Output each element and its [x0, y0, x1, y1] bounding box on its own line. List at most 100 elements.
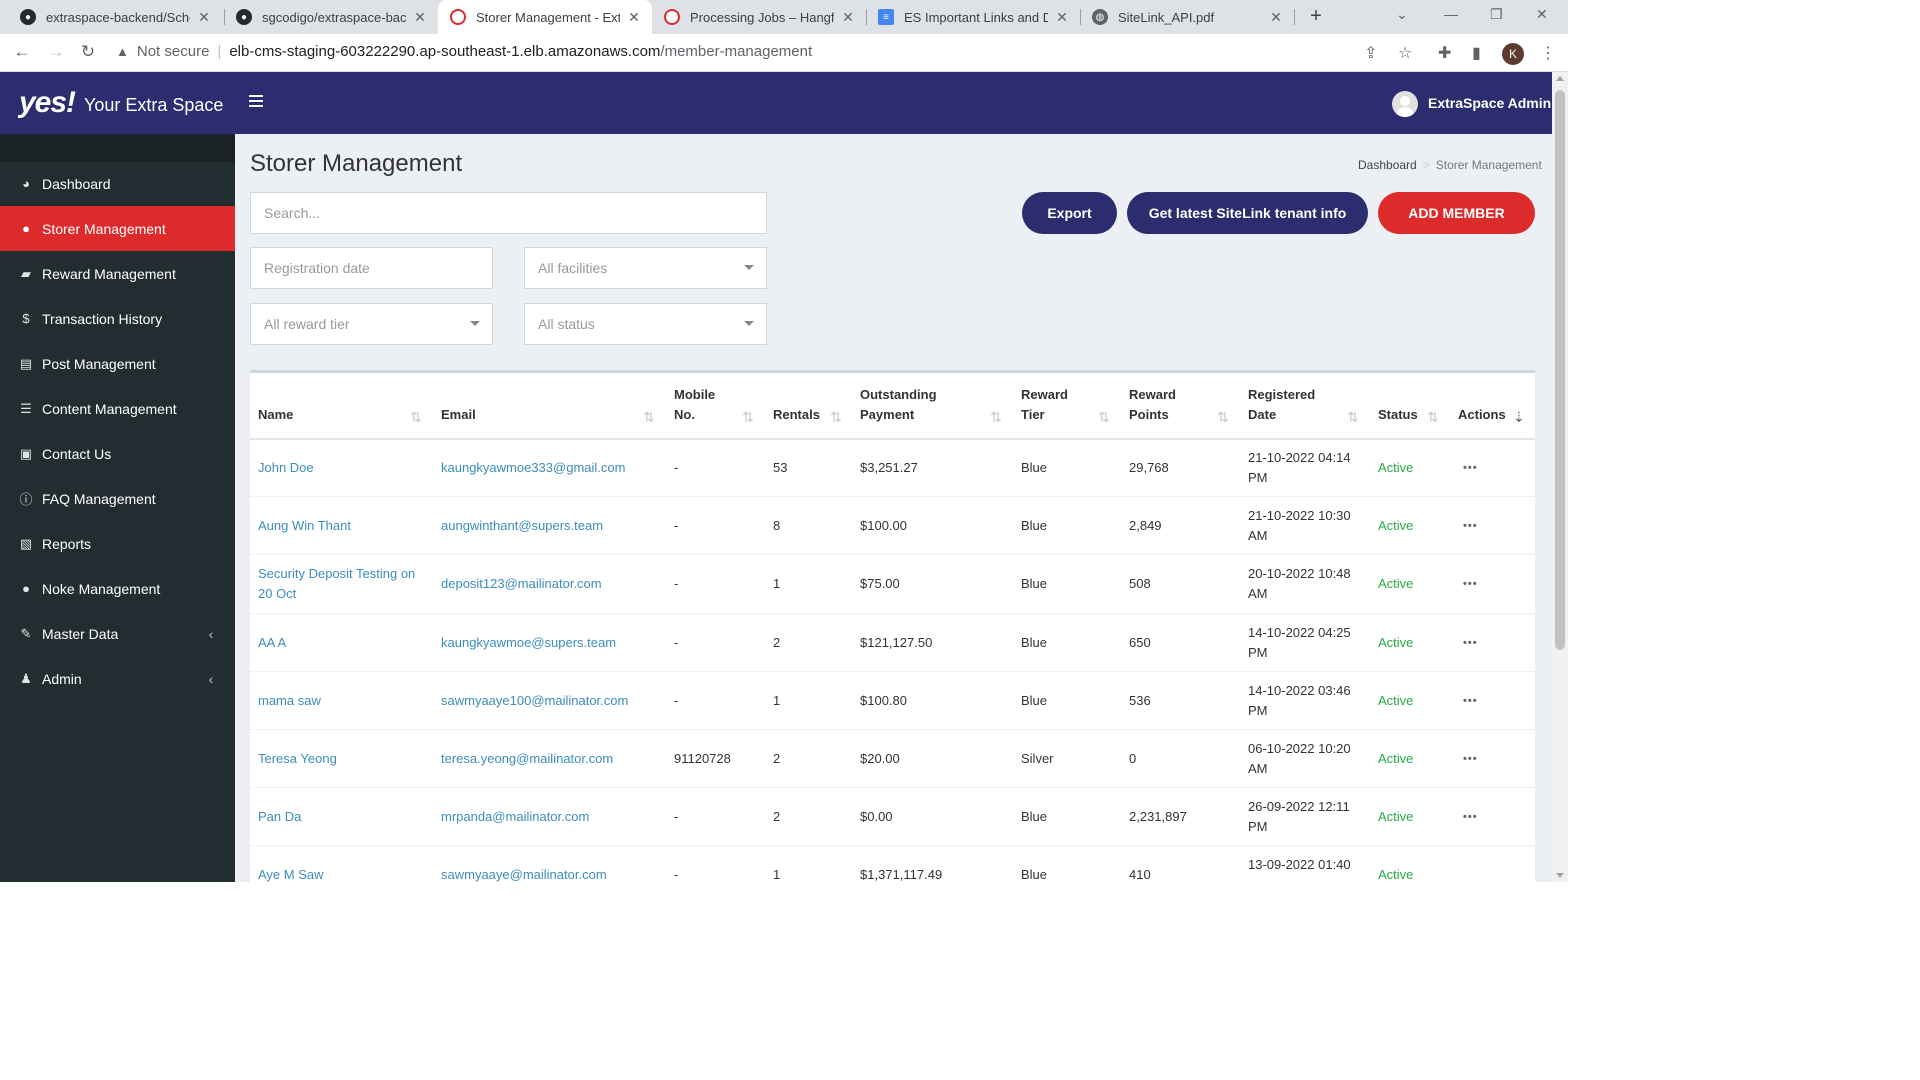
close-tab-icon[interactable]: ✕	[196, 9, 212, 26]
member-name-link[interactable]: John Doe	[258, 458, 314, 478]
facility-select[interactable]: All facilities	[524, 247, 767, 289]
search-input[interactable]: Search...	[250, 192, 767, 234]
sidebar-item-post-management[interactable]: ▤ Post Management	[0, 341, 235, 386]
close-tab-icon[interactable]: ✕	[840, 9, 856, 26]
profile-avatar[interactable]: K	[1502, 43, 1524, 65]
member-email-link[interactable]: kaungkyawmoe@supers.team	[441, 633, 616, 653]
member-name-link[interactable]: mama saw	[258, 691, 321, 711]
member-name-link[interactable]: Pan Da	[258, 807, 301, 827]
column-header-mobile[interactable]: Mobile No.	[674, 385, 715, 425]
restore-icon[interactable]: ❐	[1490, 6, 1503, 23]
browser-tab[interactable]: ● sgcodigo/extraspace-backe ✕	[224, 0, 438, 34]
user-name[interactable]: ExtraSpace Admin	[1428, 95, 1551, 111]
breadcrumb-link-dashboard[interactable]: Dashboard	[1358, 158, 1417, 172]
status-select[interactable]: All status	[524, 303, 767, 345]
reward-tier-select[interactable]: All reward tier	[250, 303, 493, 345]
member-email-link[interactable]: teresa.yeong@mailinator.com	[441, 749, 613, 769]
member-email-link[interactable]: sawmyaaye@mailinator.com	[441, 865, 607, 885]
sort-icon[interactable]: ⇅	[742, 409, 754, 426]
member-name-link[interactable]: AA A	[258, 633, 286, 653]
close-tab-icon[interactable]: ✕	[1268, 9, 1284, 26]
column-header-actions[interactable]: Actions	[1458, 385, 1506, 425]
minimize-icon[interactable]: —	[1444, 6, 1458, 22]
member-email-link[interactable]: aungwinthant@supers.team	[441, 516, 603, 536]
column-header-outstanding-payment[interactable]: Outstanding Payment	[860, 385, 937, 425]
back-icon[interactable]: ←	[12, 42, 32, 62]
more-actions-icon[interactable]: •••	[1463, 633, 1478, 653]
bookmark-star-icon[interactable]: ☆	[1398, 43, 1412, 63]
more-actions-icon[interactable]: •••	[1463, 749, 1478, 769]
sort-icon[interactable]: ⇅	[830, 409, 842, 426]
sidebar-item-admin[interactable]: ♟ Admin ‹	[0, 656, 235, 701]
more-actions-icon[interactable]: •••	[1463, 458, 1478, 478]
column-header-reward-points[interactable]: Reward Points	[1129, 385, 1176, 425]
member-name-link[interactable]: Security Deposit Testing on 20 Oct	[258, 564, 415, 604]
new-tab-button[interactable]: +	[1306, 5, 1326, 28]
sidebar-item-noke-management[interactable]: ● Noke Management	[0, 566, 235, 611]
browser-tab-active[interactable]: Storer Management - Extra ✕	[438, 0, 652, 34]
extensions-icon[interactable]: ✚	[1438, 43, 1451, 63]
more-actions-icon[interactable]: •••	[1463, 516, 1478, 536]
scroll-up-icon[interactable]	[1556, 76, 1564, 81]
column-header-reward-tier[interactable]: Reward Tier	[1021, 385, 1068, 425]
browser-tab[interactable]: ● extraspace-backend/Schedul ✕	[8, 0, 222, 34]
scrollbar-thumb[interactable]	[1555, 90, 1565, 650]
member-email-link[interactable]: sawmyaaye100@mailinator.com	[441, 691, 628, 711]
sort-icon[interactable]: ⇅	[1098, 409, 1110, 426]
export-button[interactable]: Export	[1022, 192, 1117, 234]
column-header-status[interactable]: Status	[1378, 385, 1418, 425]
logo-mark[interactable]: yes!	[19, 86, 76, 120]
sidebar-item-faq-management[interactable]: ⓘ FAQ Management	[0, 476, 235, 521]
add-member-button[interactable]: ADD MEMBER	[1378, 192, 1535, 234]
member-name-link[interactable]: Aye M Saw	[258, 865, 324, 885]
user-avatar[interactable]	[1392, 91, 1418, 117]
column-header-email[interactable]: Email	[441, 385, 476, 425]
browser-tab[interactable]: Processing Jobs – Hangfire ✕	[652, 0, 866, 34]
close-tab-icon[interactable]: ✕	[412, 9, 428, 26]
sidebar-item-transaction-history[interactable]: $ Transaction History	[0, 296, 235, 341]
sort-icon[interactable]: ⇅	[1427, 409, 1439, 426]
browser-tab[interactable]: ≡ ES Important Links and Doc ✕	[866, 0, 1080, 34]
member-name-link[interactable]: Teresa Yeong	[258, 749, 337, 769]
scroll-down-icon[interactable]	[1556, 873, 1564, 878]
page-scrollbar[interactable]	[1552, 72, 1568, 882]
browser-tab[interactable]: ◍ SiteLink_API.pdf ✕	[1080, 0, 1294, 34]
sidebar-item-reward-management[interactable]: ▰ Reward Management	[0, 251, 235, 296]
reload-icon[interactable]: ↻	[78, 42, 98, 62]
sidebar-item-reports[interactable]: ▧ Reports	[0, 521, 235, 566]
column-header-rentals[interactable]: Rentals	[773, 385, 820, 425]
hamburger-menu-icon[interactable]	[249, 95, 263, 110]
share-icon[interactable]: ⇪	[1364, 43, 1377, 63]
side-panel-icon[interactable]: ▮	[1472, 43, 1481, 63]
sort-icon[interactable]: ⇅	[1217, 409, 1229, 426]
registration-date-field[interactable]: Registration date	[250, 247, 493, 289]
column-header-name[interactable]: Name	[258, 385, 293, 425]
member-email-link[interactable]: mrpanda@mailinator.com	[441, 807, 589, 827]
sort-desc-icon[interactable]: ⇣	[1513, 409, 1525, 426]
forward-icon[interactable]: →	[46, 42, 66, 62]
more-actions-icon[interactable]: •••	[1463, 691, 1478, 711]
user-icon: ●	[22, 581, 30, 596]
close-tab-icon[interactable]: ✕	[626, 9, 642, 26]
more-actions-icon[interactable]: •••	[1463, 574, 1478, 594]
member-email-link[interactable]: deposit123@mailinator.com	[441, 574, 602, 594]
browser-menu-icon[interactable]: ⋮	[1540, 43, 1556, 63]
member-name-link[interactable]: Aung Win Thant	[258, 516, 351, 536]
tab-search-icon[interactable]: ⌄	[1396, 6, 1408, 23]
close-tab-icon[interactable]: ✕	[1054, 9, 1070, 26]
close-window-icon[interactable]: ✕	[1536, 6, 1548, 23]
member-email-link[interactable]: kaungkyawmoe333@gmail.com	[441, 458, 625, 478]
sidebar-item-dashboard[interactable]: ◕ Dashboard	[0, 161, 235, 206]
sort-icon[interactable]: ⇅	[643, 409, 655, 426]
sidebar-item-contact-us[interactable]: ▣ Contact Us	[0, 431, 235, 476]
column-header-registered-date[interactable]: Registered Date	[1248, 385, 1315, 425]
sort-icon[interactable]: ⇅	[410, 409, 422, 426]
get-sitelink-tenant-info-button[interactable]: Get latest SiteLink tenant info	[1127, 192, 1368, 234]
sidebar-item-master-data[interactable]: ✎ Master Data ‹	[0, 611, 235, 656]
sidebar-item-content-management[interactable]: ☰ Content Management	[0, 386, 235, 431]
sort-icon[interactable]: ⇅	[990, 409, 1002, 426]
sidebar-item-storer-management[interactable]: ● Storer Management	[0, 206, 235, 251]
sort-icon[interactable]: ⇅	[1347, 409, 1359, 426]
more-actions-icon[interactable]: •••	[1463, 807, 1478, 827]
address-bar[interactable]: ▲ Not secure | elb-cms-staging-603222290…	[116, 43, 812, 60]
